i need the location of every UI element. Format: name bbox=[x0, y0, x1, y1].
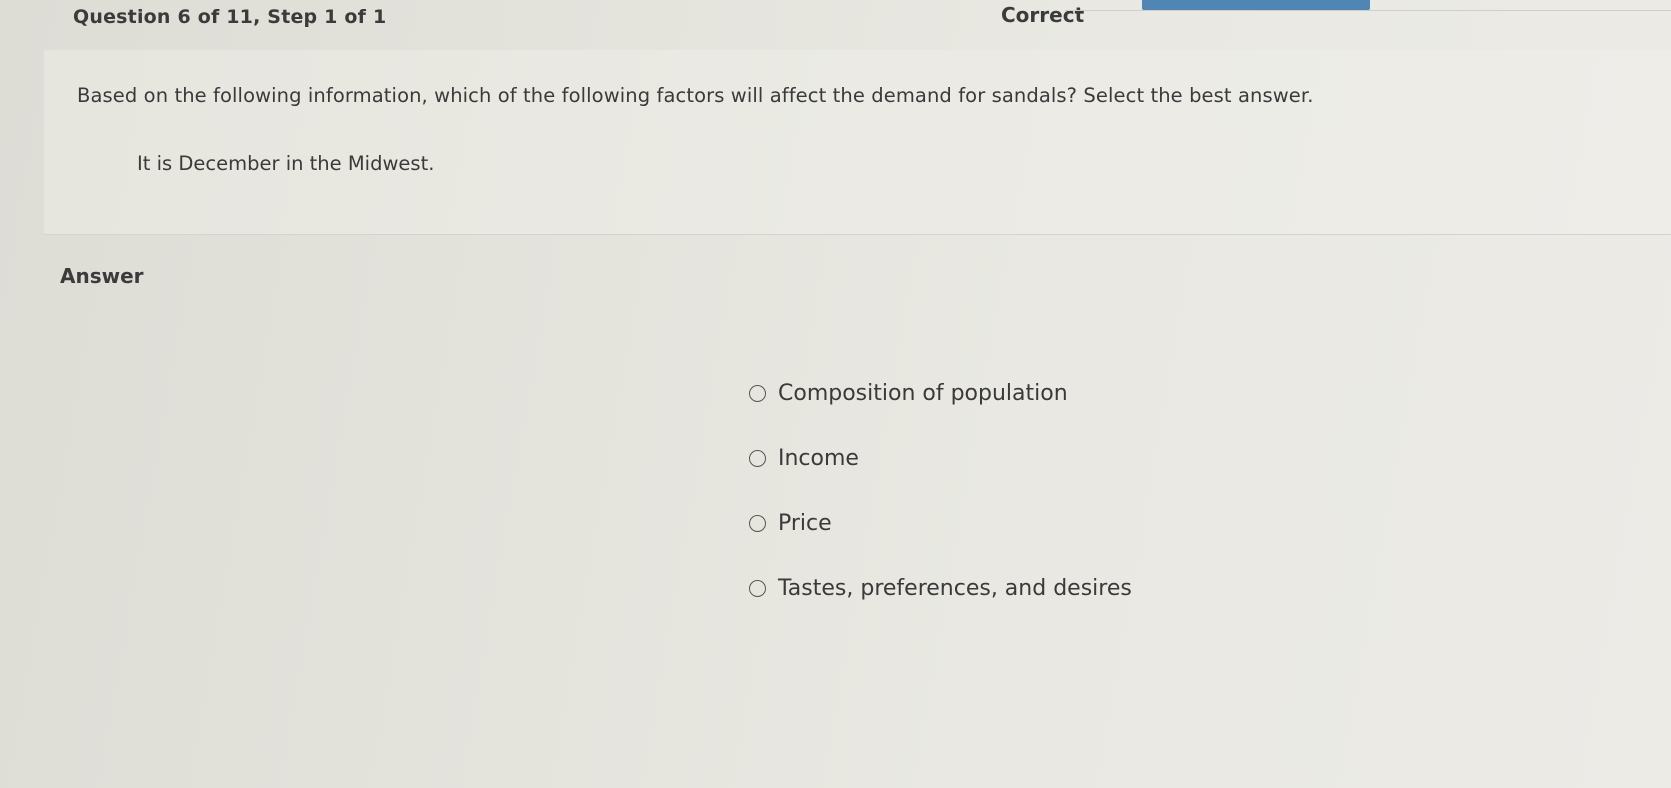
option-label: Income bbox=[778, 445, 859, 471]
accent-bar bbox=[1142, 0, 1370, 10]
answer-option-income[interactable]: Income bbox=[749, 438, 1132, 478]
answer-options: Composition of population Income Price T… bbox=[749, 373, 1132, 633]
answer-option-tastes-preferences-desires[interactable]: Tastes, preferences, and desires bbox=[749, 568, 1132, 608]
radio-button[interactable] bbox=[749, 449, 766, 467]
question-prompt: Based on the following information, whic… bbox=[77, 84, 1314, 107]
radio-button[interactable] bbox=[749, 579, 766, 597]
top-bar: Question 6 of 11, Step 1 of 1 Correct bbox=[0, 0, 1671, 50]
answer-option-price[interactable]: Price bbox=[749, 503, 1132, 543]
question-panel: Based on the following information, whic… bbox=[44, 50, 1671, 235]
question-counter: Question 6 of 11, Step 1 of 1 bbox=[73, 6, 387, 28]
answer-heading: Answer bbox=[60, 264, 144, 288]
option-label: Price bbox=[778, 510, 832, 536]
status-label: Correct bbox=[1001, 3, 1085, 27]
radio-button[interactable] bbox=[749, 514, 766, 532]
radio-button[interactable] bbox=[749, 384, 766, 402]
answer-option-composition-of-population[interactable]: Composition of population bbox=[749, 373, 1132, 413]
question-context: It is December in the Midwest. bbox=[137, 152, 435, 175]
top-divider bbox=[1065, 10, 1671, 11]
option-label: Tastes, preferences, and desires bbox=[778, 575, 1132, 601]
option-label: Composition of population bbox=[778, 380, 1068, 406]
